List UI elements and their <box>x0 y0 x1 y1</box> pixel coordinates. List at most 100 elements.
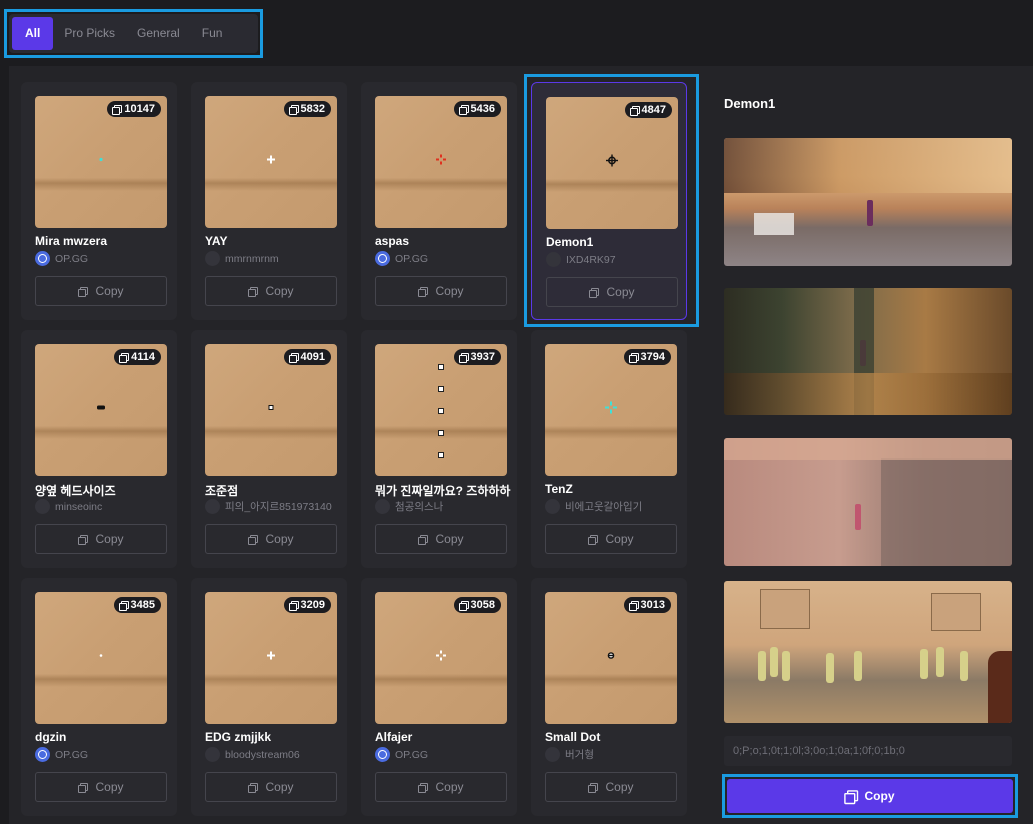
author-name: mmrnmrnm <box>225 252 279 265</box>
opgg-logo-icon <box>35 747 50 762</box>
crosshair-card[interactable]: 3485 dgzin OP.GG Copy <box>21 578 177 816</box>
crosshair-card[interactable]: 10147 Mira mwzera OP.GG Copy <box>21 82 177 320</box>
copy-icon <box>112 104 123 115</box>
card-copy-button[interactable]: Copy <box>205 524 337 554</box>
card-copy-label: Copy <box>265 780 294 794</box>
crosshair-thumbnail: 3058 <box>375 592 507 724</box>
card-copy-label: Copy <box>435 532 464 546</box>
detail-title: Demon1 <box>724 96 776 111</box>
crosshair-author: 비에고웃갈아입기 <box>545 499 642 514</box>
author-name: 비에고웃갈아입기 <box>565 501 643 513</box>
card-copy-button[interactable]: Copy <box>375 276 507 306</box>
avatar <box>205 499 220 514</box>
author-name: 버거형 <box>565 749 594 761</box>
copy-code-button[interactable]: Copy <box>727 779 1013 813</box>
preview-screenshot-4 <box>724 581 1012 723</box>
author-name: OP.GG <box>395 748 429 761</box>
category-tabs: All Pro Picks General Fun <box>9 14 258 53</box>
copy-count: 10147 <box>124 103 155 115</box>
tab-fun[interactable]: Fun <box>191 17 234 50</box>
opgg-logo-icon <box>375 747 390 762</box>
copy-icon <box>458 352 469 363</box>
crosshair-name: 조준점 <box>205 484 239 498</box>
crosshair-author: bloodystream06 <box>205 747 300 762</box>
author-name: 첨공의스나 <box>395 501 444 513</box>
author-name: OP.GG <box>55 252 89 265</box>
crosshair-thumbnail: 3794 <box>545 344 677 476</box>
copy-icon <box>78 534 89 545</box>
copy-icon <box>288 352 299 363</box>
copy-icon <box>588 782 599 793</box>
preview-screenshot-3 <box>724 438 1012 566</box>
copy-icon <box>418 534 429 545</box>
crosshair-preview-icon <box>89 396 113 425</box>
copy-button-label: Copy <box>864 789 895 803</box>
copy-count: 3013 <box>640 599 665 611</box>
avatar <box>545 499 560 514</box>
crosshair-name: YAY <box>205 234 228 248</box>
card-copy-button[interactable]: Copy <box>205 772 337 802</box>
copy-count-badge: 5436 <box>453 101 501 117</box>
copy-count-badge: 3209 <box>283 597 331 613</box>
crosshair-name: dgzin <box>35 730 67 744</box>
crosshair-preview-icon <box>259 644 283 673</box>
crosshair-card[interactable]: 3058 Alfajer OP.GG Copy <box>361 578 517 816</box>
copy-count-badge: 3794 <box>623 349 671 365</box>
crosshair-card[interactable]: 3937 뭐가 진짜일까요? 즈하하하 첨공의스나 Copy <box>361 330 517 568</box>
copy-icon <box>288 600 299 611</box>
opgg-logo-icon <box>375 251 390 266</box>
crosshair-thumbnail: 5436 <box>375 96 507 228</box>
crosshair-card[interactable]: 5832 YAY mmrnmrnm Copy <box>191 82 347 320</box>
crosshair-thumbnail: 3937 <box>375 344 507 476</box>
card-copy-button[interactable]: Copy <box>545 524 677 554</box>
author-name: OP.GG <box>395 252 429 265</box>
copy-icon <box>248 286 259 297</box>
avatar <box>35 499 50 514</box>
crosshair-code-field[interactable]: 0;P;o;1;0t;1;0l;3;0o;1;0a;1;0f;0;1b;0 <box>724 736 1012 766</box>
card-copy-label: Copy <box>605 532 634 546</box>
avatar <box>205 251 220 266</box>
crosshair-preview-icon <box>429 148 453 177</box>
copy-icon <box>458 600 469 611</box>
copy-count: 3209 <box>300 599 325 611</box>
card-copy-button[interactable]: Copy <box>375 524 507 554</box>
tab-all[interactable]: All <box>12 17 54 50</box>
copy-icon <box>628 352 639 363</box>
crosshair-author: OP.GG <box>375 251 428 266</box>
author-name: minseoinc <box>55 500 103 513</box>
card-copy-button[interactable]: Copy <box>545 772 677 802</box>
crosshair-preview-icon <box>599 644 623 673</box>
card-copy-button[interactable]: Copy <box>35 524 167 554</box>
card-copy-button[interactable]: Copy <box>35 276 167 306</box>
card-copy-label: Copy <box>605 780 634 794</box>
avatar <box>545 747 560 762</box>
crosshair-card[interactable]: 4091 조준점 피의_아지르851973140 Copy <box>191 330 347 568</box>
card-copy-button[interactable]: Copy <box>205 276 337 306</box>
copy-count: 3794 <box>640 351 665 363</box>
author-name: OP.GG <box>55 748 89 761</box>
copy-count: 4114 <box>131 351 155 363</box>
crosshair-card[interactable]: 4114 양옆 헤드사이즈 minseoinc Copy <box>21 330 177 568</box>
card-copy-label: Copy <box>435 284 464 298</box>
tab-pro-picks[interactable]: Pro Picks <box>53 17 126 50</box>
copy-count-badge: 3013 <box>623 597 671 613</box>
card-copy-label: Copy <box>435 780 464 794</box>
card-copy-button[interactable]: Copy <box>35 772 167 802</box>
card-copy-button[interactable]: Copy <box>375 772 507 802</box>
crosshair-name: 뭐가 진짜일까요? 즈하하하 <box>375 484 511 498</box>
crosshair-card[interactable]: 3794 TenZ 비에고웃갈아입기 Copy <box>531 330 687 568</box>
card-copy-label: Copy <box>95 284 124 298</box>
copy-count-badge: 4114 <box>114 349 161 365</box>
crosshair-thumbnail: 3013 <box>545 592 677 724</box>
crosshair-card[interactable]: 3013 Small Dot 버거형 Copy <box>531 578 687 816</box>
crosshair-preview-icon <box>429 644 453 673</box>
crosshair-card[interactable]: 5436 aspas OP.GG Copy <box>361 82 517 320</box>
crosshair-name: Mira mwzera <box>35 234 108 248</box>
crosshair-name: 양옆 헤드사이즈 <box>35 484 116 498</box>
copy-count-badge: 3937 <box>453 349 501 365</box>
opgg-logo-icon <box>35 251 50 266</box>
crosshair-author: OP.GG <box>375 747 428 762</box>
copy-count: 3058 <box>470 599 495 611</box>
crosshair-card[interactable]: 3209 EDG zmjjkk bloodystream06 Copy <box>191 578 347 816</box>
tab-general[interactable]: General <box>126 17 191 50</box>
